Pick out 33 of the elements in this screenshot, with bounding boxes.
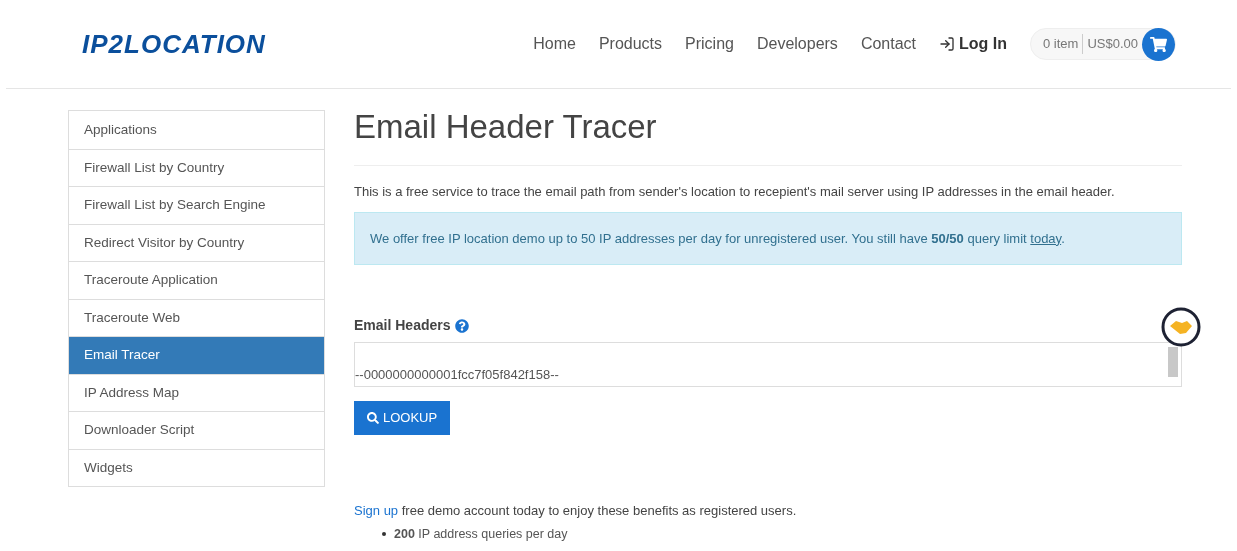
sidebar-item[interactable]: Widgets xyxy=(69,448,324,486)
field-label: Email Headers xyxy=(354,316,451,335)
benefit-text: 200 IP address queries per day xyxy=(394,525,568,543)
sidebar-item[interactable]: Traceroute Application xyxy=(69,261,324,299)
info-alert: We offer free IP location demo up to 50 IP addresses per day for unregistered user. You still have 50/50 query limit today. xyxy=(354,211,1182,265)
email-headers-field[interactable]: --0000000000001fcc7f05f842f158-- xyxy=(354,342,1182,387)
lookup-button[interactable]: LOOKUP xyxy=(354,401,451,435)
nav-link[interactable]: Developers xyxy=(756,32,838,56)
sidebar-item[interactable]: Email Tracer xyxy=(69,336,324,374)
page-title: Email Header Tracer xyxy=(354,110,1182,166)
sidebar-item[interactable]: Downloader Script xyxy=(69,411,324,449)
sidebar-item[interactable]: Firewall List by Country xyxy=(69,148,324,186)
help-icon[interactable] xyxy=(454,318,469,333)
cart-count: 0 item xyxy=(1043,34,1084,54)
sidebar-item[interactable]: Applications xyxy=(69,111,324,149)
sidebar-item[interactable]: Firewall List by Search Engine xyxy=(69,186,324,224)
sidebar-item[interactable]: IP Address Map xyxy=(69,373,324,411)
nav-link[interactable]: Home xyxy=(533,32,576,56)
login-link[interactable]: Log In xyxy=(939,32,1007,56)
login-icon xyxy=(939,36,955,52)
cart-widget[interactable]: 0 item US$0.00 xyxy=(1030,28,1176,60)
nav-link[interactable]: Contact xyxy=(860,32,916,56)
nav-link[interactable]: Pricing xyxy=(685,32,734,56)
nav-link[interactable]: Products xyxy=(598,32,663,56)
signup-text: Sign up free demo account today to enjoy these benefits as registered users. xyxy=(354,502,798,520)
cart-icon[interactable] xyxy=(1142,27,1175,61)
search-icon xyxy=(367,412,379,424)
sidebar-item[interactable]: Redirect Visitor by Country xyxy=(69,223,324,261)
scrollbar[interactable] xyxy=(1168,347,1178,377)
intro-text: This is a free service to trace the email path from sender's location to recepient's mail server using IP addresses in the email header. xyxy=(354,183,1116,201)
logo[interactable]: IP2LOCATION xyxy=(82,24,266,64)
cart-total: US$0.00 xyxy=(1086,35,1139,54)
signup-link[interactable]: Sign up xyxy=(354,503,399,518)
